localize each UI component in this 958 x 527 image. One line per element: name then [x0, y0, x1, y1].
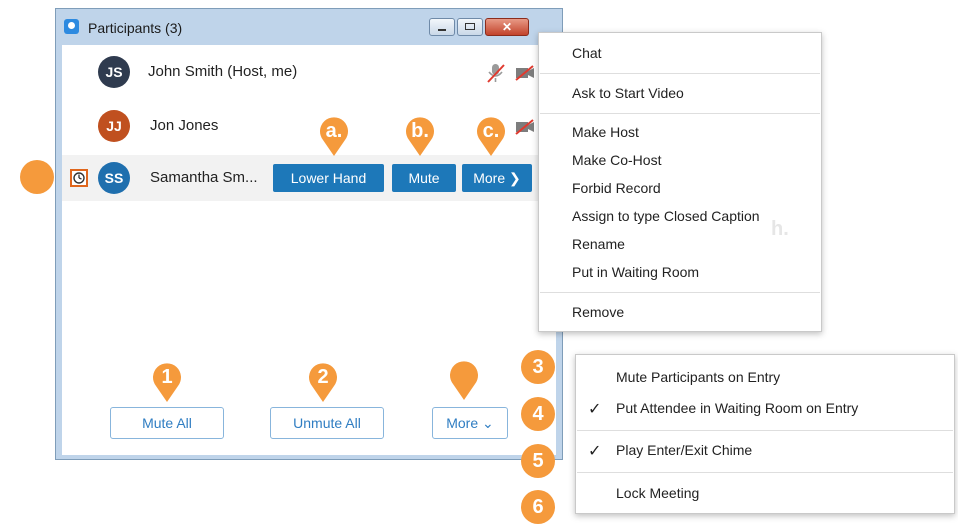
check-icon: ✓ — [588, 401, 602, 418]
close-button[interactable]: ✕ — [485, 18, 529, 36]
video-off-icon[interactable] — [514, 64, 536, 82]
callout-b: b. — [403, 116, 437, 156]
menu-divider — [540, 73, 820, 74]
participant-name: Samantha Sm... — [150, 169, 258, 186]
callout-c: c. — [474, 116, 508, 156]
more-button[interactable]: More ❯ — [462, 164, 532, 192]
mute-all-button[interactable]: Mute All — [110, 407, 224, 439]
meeting-options-menu: Mute Participants on Entry ✓ Put Attende… — [575, 354, 955, 514]
avatar: JS — [98, 56, 130, 88]
title-bar[interactable]: Participants (3) ✕ — [56, 9, 562, 45]
menu-item-chat[interactable]: Chat — [572, 45, 602, 61]
participant-name: John Smith (Host, me) — [148, 63, 298, 80]
more-options-button[interactable]: More ⌄ — [432, 407, 508, 439]
window-title: Participants (3) — [88, 20, 183, 36]
mic-muted-icon[interactable] — [485, 62, 507, 84]
callout-4: 4 — [521, 397, 555, 431]
callout-5: 5 — [521, 444, 555, 478]
menu-item-enter-exit-chime[interactable]: Play Enter/Exit Chime — [616, 442, 752, 458]
lower-hand-button[interactable]: Lower Hand — [273, 164, 384, 192]
callout-6: 6 — [521, 490, 555, 524]
participant-context-menu: Chat Ask to Start Video Make Host Make C… — [538, 32, 822, 332]
menu-item-waiting-room[interactable]: Put in Waiting Room — [572, 264, 699, 280]
avatar: SS — [98, 162, 130, 194]
minimize-button[interactable] — [429, 18, 455, 36]
callout-marker — [20, 160, 54, 194]
callout-2: 2 — [306, 362, 340, 402]
menu-item-ask-start-video[interactable]: Ask to Start Video — [572, 85, 684, 101]
callout-3: 3 — [521, 350, 555, 384]
avatar: JJ — [98, 110, 130, 142]
menu-divider — [540, 113, 820, 114]
mute-button[interactable]: Mute — [392, 164, 456, 192]
menu-item-make-co-host[interactable]: Make Co-Host — [572, 152, 661, 168]
menu-divider — [577, 472, 953, 473]
raised-hand-icon — [70, 169, 88, 187]
menu-item-lock-meeting[interactable]: Lock Meeting — [616, 485, 699, 501]
menu-divider — [577, 430, 953, 431]
video-off-icon[interactable] — [514, 118, 536, 136]
menu-item-mute-on-entry[interactable]: Mute Participants on Entry — [616, 369, 780, 385]
maximize-button[interactable] — [457, 18, 483, 36]
menu-item-rename[interactable]: Rename — [572, 236, 625, 252]
menu-divider — [540, 292, 820, 293]
menu-item-waiting-room-on-entry[interactable]: Put Attendee in Waiting Room on Entry — [616, 400, 858, 416]
app-icon — [64, 19, 79, 34]
participant-row-selected[interactable]: SS Samantha Sm... Lower Hand Mute More ❯ — [62, 155, 556, 201]
menu-item-remove[interactable]: Remove — [572, 304, 624, 320]
menu-item-assign-closed-caption[interactable]: Assign to type Closed Caption — [572, 208, 760, 224]
participant-row[interactable]: JS John Smith (Host, me) — [62, 49, 556, 95]
callout-a: a. — [317, 116, 351, 156]
menu-item-forbid-record[interactable]: Forbid Record — [572, 180, 661, 196]
menu-item-make-host[interactable]: Make Host — [572, 124, 639, 140]
participant-name: Jon Jones — [150, 117, 219, 134]
check-icon: ✓ — [588, 443, 602, 460]
callout-1: 1 — [150, 362, 184, 402]
faded-callout-h: h. — [771, 218, 789, 240]
callout-marker — [447, 360, 481, 400]
unmute-all-button[interactable]: Unmute All — [270, 407, 384, 439]
